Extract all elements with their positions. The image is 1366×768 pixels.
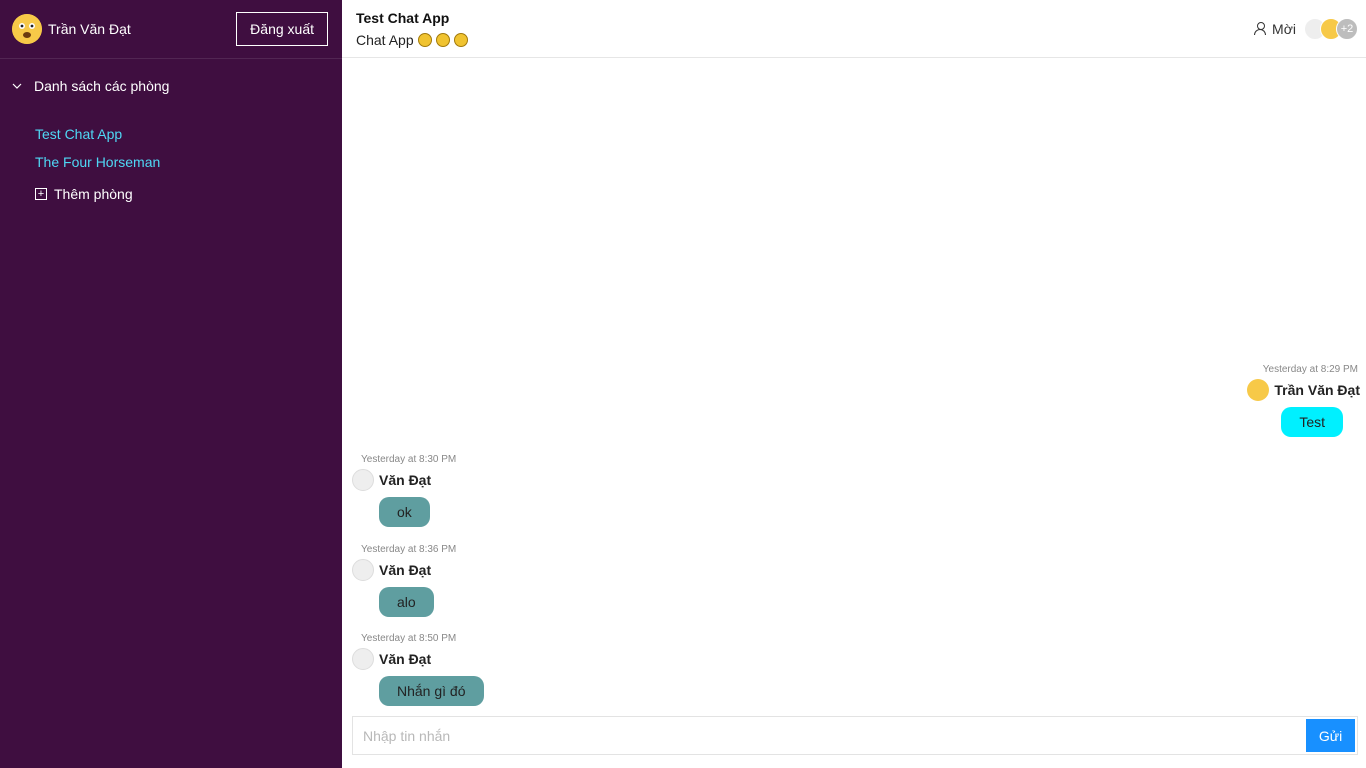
- logout-button[interactable]: Đăng xuất: [236, 12, 328, 46]
- invite-label: Mời: [1272, 20, 1296, 37]
- author-name: Văn Đạt: [379, 651, 432, 667]
- message-time: Yesterday at 8:50 PM: [361, 633, 457, 644]
- message-author: Văn Đạt: [352, 559, 456, 581]
- user-bar: Trần Văn Đạt Đăng xuất: [0, 0, 342, 59]
- message-time: Yesterday at 8:29 PM: [1262, 364, 1358, 375]
- chat-header: Test Chat App Chat App Mời +2: [342, 0, 1366, 58]
- message-item: Yesterday at 8:36 PM Văn Đạt alo: [352, 544, 456, 617]
- message-bubble: Nhắn gì đó: [379, 676, 484, 706]
- message-bubble: ok: [379, 497, 430, 527]
- emoji-face-icon: [453, 32, 468, 47]
- room-description-text: Chat App: [356, 31, 414, 48]
- add-room-label: Thêm phòng: [54, 186, 133, 202]
- rooms-collapse-header[interactable]: Danh sách các phòng: [0, 76, 342, 96]
- message-item: Yesterday at 8:50 PM Văn Đạt Nhắn gì đó: [352, 633, 484, 706]
- sidebar: Trần Văn Đạt Đăng xuất Danh sách các phò…: [0, 0, 342, 768]
- plus-square-icon: +: [35, 188, 47, 200]
- member-count-badge: +2: [1336, 17, 1358, 40]
- user-add-icon: [1254, 22, 1267, 35]
- message-input[interactable]: [353, 717, 1306, 754]
- emoji-face-icon: [435, 32, 450, 47]
- chat-window: Test Chat App Chat App Mời +2 Yesterday …: [342, 0, 1366, 768]
- room-info: Test Chat App Chat App: [356, 10, 468, 48]
- author-name: Trần Văn Đạt: [1274, 382, 1360, 398]
- rooms-header-label: Danh sách các phòng: [34, 78, 170, 94]
- message-time: Yesterday at 8:36 PM: [361, 544, 457, 555]
- author-name: Văn Đạt: [379, 562, 432, 578]
- user-name: Trần Văn Đạt: [48, 21, 131, 37]
- room-list: Test Chat App The Four Horseman + Thêm p…: [0, 124, 342, 202]
- user-info: Trần Văn Đạt: [12, 14, 131, 44]
- room-title: Test Chat App: [356, 9, 450, 26]
- message-list: Yesterday at 8:29 PM Trần Văn Đạt Test Y…: [342, 58, 1366, 714]
- author-avatar: [352, 648, 374, 670]
- author-name: Văn Đạt: [379, 472, 432, 488]
- room-description: Chat App: [356, 32, 468, 48]
- author-avatar: [352, 469, 374, 491]
- send-button[interactable]: Gửi: [1306, 719, 1355, 752]
- room-link-test-chat-app[interactable]: Test Chat App: [35, 124, 342, 152]
- emoji-face-icon: [12, 14, 42, 44]
- message-author: Văn Đạt: [352, 648, 484, 670]
- author-avatar: [1247, 379, 1270, 401]
- add-room-button[interactable]: + Thêm phòng: [35, 186, 342, 202]
- message-author: Trần Văn Đạt: [1247, 379, 1360, 401]
- chevron-down-icon: [12, 81, 22, 91]
- message-composer: Gửi: [352, 716, 1358, 755]
- header-actions: Mời +2: [1254, 17, 1358, 40]
- emoji-face-icon: [417, 32, 432, 47]
- invite-button[interactable]: Mời: [1254, 21, 1296, 37]
- author-avatar: [352, 559, 374, 581]
- room-link-four-horseman[interactable]: The Four Horseman: [35, 152, 342, 180]
- message-item: Yesterday at 8:29 PM Trần Văn Đạt Test: [1247, 364, 1360, 437]
- message-item: Yesterday at 8:30 PM Văn Đạt ok: [352, 454, 456, 527]
- message-time: Yesterday at 8:30 PM: [361, 454, 457, 465]
- member-avatar-group[interactable]: +2: [1304, 17, 1358, 40]
- message-author: Văn Đạt: [352, 469, 456, 491]
- user-avatar[interactable]: [12, 14, 42, 44]
- message-bubble: Test: [1281, 407, 1343, 437]
- message-bubble: alo: [379, 587, 434, 617]
